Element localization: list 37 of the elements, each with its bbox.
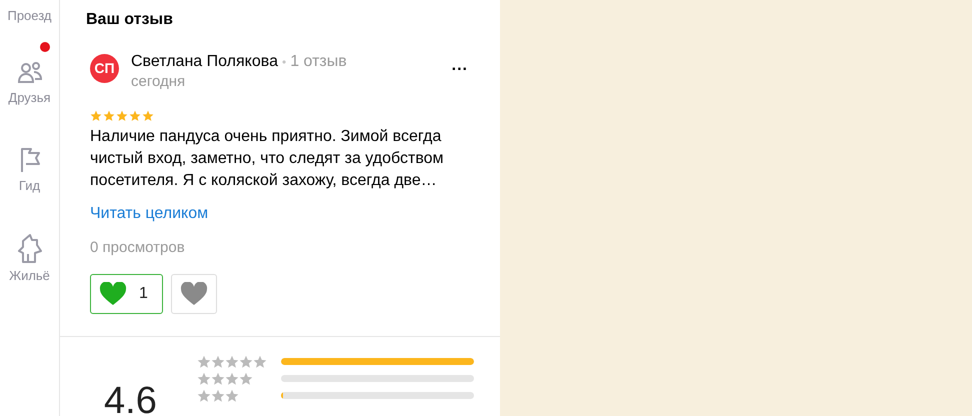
avatar: СП [90, 54, 119, 83]
review-text: Наличие пандуса очень приятно. Зимой всегда чистый вход, заметно, что следят за удобством посетителя. Я с коляской захожу, всегда две… [90, 127, 445, 191]
more-button[interactable]: ... [452, 56, 468, 76]
star-icon [224, 354, 239, 368]
star-icon [90, 110, 102, 122]
star-icon [103, 110, 115, 122]
section-title: Ваш отзыв [86, 10, 173, 30]
read-more-link[interactable]: Читать целиком [90, 204, 208, 224]
review-count: 1 отзыв [290, 52, 347, 72]
rating-score: 4.6 [104, 381, 157, 416]
sidebar-item[interactable]: Друзья [8, 90, 51, 106]
review-date: сегодня [131, 72, 186, 92]
sidebar-item[interactable]: Жильё [9, 268, 50, 284]
house-icon [16, 232, 44, 264]
star-icon [252, 354, 267, 368]
star-icon [196, 354, 211, 368]
star-icon [224, 388, 239, 402]
like-button[interactable] [170, 274, 217, 314]
separator-dot: • [282, 54, 286, 71]
sidebar-item[interactable]: Проезд [7, 8, 52, 24]
star-icon [129, 110, 141, 122]
star-icon [210, 354, 225, 368]
star-icon [116, 110, 128, 122]
sidebar-item[interactable]: Гид [18, 178, 40, 194]
heart-icon [99, 282, 127, 306]
star-icon [196, 372, 211, 386]
like-button[interactable]: 1 [90, 274, 163, 314]
star-icon [224, 372, 239, 386]
star-icon [238, 372, 253, 386]
star-icon [196, 388, 211, 402]
author-name[interactable]: Светлана Полякова [131, 52, 278, 72]
star-icon [142, 110, 154, 122]
star-icon [210, 388, 225, 402]
view-count: 0 просмотров [90, 238, 185, 258]
heart-icon [180, 282, 208, 306]
star-icon [238, 354, 253, 368]
star-icon [210, 372, 225, 386]
